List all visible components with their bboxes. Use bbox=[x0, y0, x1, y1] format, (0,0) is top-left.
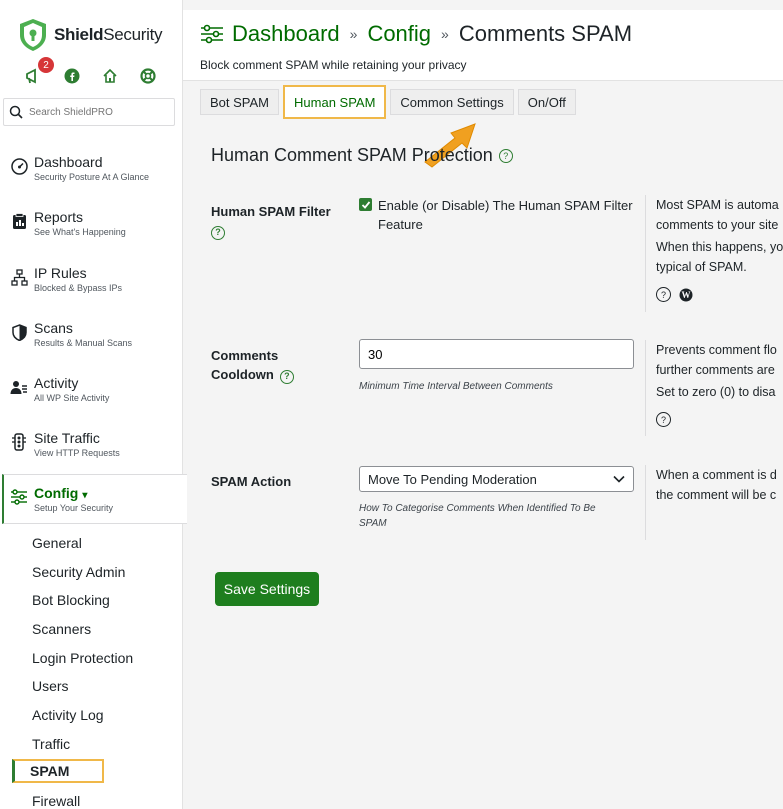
help-circle-icon[interactable]: ? bbox=[656, 412, 671, 427]
chevron-down-icon bbox=[613, 475, 625, 483]
nav-config[interactable]: Config ▾ Setup Your Security bbox=[2, 474, 187, 524]
nav-title: Dashboard bbox=[34, 154, 103, 170]
chevron-down-icon: ▾ bbox=[82, 490, 88, 501]
notification-badge: 2 bbox=[38, 57, 54, 73]
submenu-users[interactable]: Users bbox=[32, 678, 69, 694]
submenu-bot-blocking[interactable]: Bot Blocking bbox=[32, 592, 110, 608]
submenu-spam[interactable]: SPAM bbox=[12, 759, 104, 783]
tab-bar: Bot SPAM Human SPAM Common Settings On/O… bbox=[200, 85, 576, 119]
breadcrumb-config[interactable]: Config bbox=[367, 21, 431, 47]
nav-subtitle: Blocked & Bypass IPs bbox=[34, 283, 123, 293]
save-settings-button[interactable]: Save Settings bbox=[215, 572, 319, 606]
tab-bot-spam[interactable]: Bot SPAM bbox=[200, 89, 280, 115]
sliders-icon bbox=[10, 488, 28, 506]
search-icon bbox=[9, 105, 23, 119]
breadcrumb-separator: » bbox=[349, 26, 358, 42]
description-spam-action: When a comment is d the comment will be … bbox=[645, 465, 783, 540]
nav-title: IP Rules bbox=[34, 265, 87, 281]
facebook-icon[interactable] bbox=[62, 66, 82, 86]
tab-human-spam[interactable]: Human SPAM bbox=[283, 85, 387, 119]
report-icon bbox=[10, 212, 28, 230]
spam-action-control: Move To Pending Moderation How To Catego… bbox=[359, 466, 634, 531]
checkmark-icon bbox=[361, 200, 370, 209]
select-value: Move To Pending Moderation bbox=[368, 471, 537, 487]
field-label-spam-action: SPAM Action bbox=[211, 474, 292, 489]
checkbox-label: Enable (or Disable) The Human SPAM Filte… bbox=[378, 198, 633, 232]
nav-title: Reports bbox=[34, 209, 84, 225]
breadcrumb: Dashboard » Config » Comments SPAM bbox=[200, 21, 632, 47]
nav-subtitle: Results & Manual Scans bbox=[34, 338, 133, 348]
field-hint: Minimum Time Interval Between Comments bbox=[359, 381, 553, 392]
sliders-icon bbox=[201, 24, 223, 44]
traffic-light-icon bbox=[10, 433, 28, 451]
nav-title: Scans bbox=[34, 320, 73, 336]
search-input[interactable] bbox=[27, 105, 171, 119]
help-circle-icon[interactable]: ? bbox=[656, 287, 671, 302]
brand-logo[interactable]: ShieldSecurity bbox=[18, 18, 163, 52]
section-title: Human Comment SPAM Protection ? bbox=[211, 145, 513, 166]
svg-text:W: W bbox=[682, 290, 691, 300]
gauge-icon bbox=[10, 157, 28, 175]
nav-reports[interactable]: Reports See What's Happening bbox=[10, 209, 178, 237]
comments-cooldown-control: Minimum Time Interval Between Comments bbox=[359, 339, 634, 394]
field-hint: How To Categorise Comments When Identifi… bbox=[359, 503, 596, 529]
sidebar: ShieldSecurity 2 Dashboard Security Postu… bbox=[0, 0, 187, 809]
help-icon[interactable]: ? bbox=[498, 148, 513, 163]
submenu-scanners[interactable]: Scanners bbox=[32, 621, 91, 637]
submenu-traffic[interactable]: Traffic bbox=[32, 736, 70, 752]
search-box[interactable] bbox=[3, 98, 175, 126]
nav-subtitle: Setup Your Security bbox=[34, 503, 114, 513]
nav-subtitle: See What's Happening bbox=[34, 227, 126, 237]
human-spam-filter-checkbox[interactable] bbox=[359, 198, 372, 211]
field-label-human-spam-filter: Human SPAM Filter ? bbox=[211, 202, 331, 240]
nav-subtitle: View HTTP Requests bbox=[34, 448, 120, 458]
shield-logo-icon bbox=[20, 19, 46, 51]
nav-title: Site Traffic bbox=[34, 430, 100, 446]
human-spam-filter-control: Enable (or Disable) The Human SPAM Filte… bbox=[359, 196, 638, 234]
page-header: Dashboard » Config » Comments SPAM Block… bbox=[183, 10, 783, 81]
megaphone-icon[interactable]: 2 bbox=[24, 57, 54, 86]
nav-site-traffic[interactable]: Site Traffic View HTTP Requests bbox=[10, 430, 178, 458]
support-lifebuoy-icon[interactable] bbox=[138, 66, 158, 86]
users-icon bbox=[10, 378, 28, 396]
field-label-comments-cooldown: Comments Cooldown? bbox=[211, 346, 294, 384]
network-icon bbox=[10, 268, 28, 286]
submenu-login-protection[interactable]: Login Protection bbox=[32, 650, 133, 666]
nav-ip-rules[interactable]: IP Rules Blocked & Bypass IPs bbox=[10, 265, 178, 293]
nav-subtitle: All WP Site Activity bbox=[34, 393, 110, 403]
tab-on-off[interactable]: On/Off bbox=[517, 89, 576, 115]
spam-action-select[interactable]: Move To Pending Moderation bbox=[359, 466, 634, 492]
nav-dashboard[interactable]: Dashboard Security Posture At A Glance bbox=[10, 154, 178, 182]
home-icon[interactable] bbox=[100, 66, 120, 86]
submenu-general[interactable]: General bbox=[32, 535, 82, 551]
breadcrumb-separator: » bbox=[441, 26, 449, 42]
nav-title: Activity bbox=[34, 375, 79, 391]
wordpress-icon[interactable]: W bbox=[679, 288, 693, 302]
breadcrumb-dashboard[interactable]: Dashboard bbox=[232, 21, 340, 47]
comments-cooldown-input[interactable] bbox=[359, 339, 634, 369]
description-human-spam-filter: Most SPAM is automa comments to your sit… bbox=[645, 195, 783, 312]
nav-scans[interactable]: Scans Results & Manual Scans bbox=[10, 320, 178, 348]
shield-icon bbox=[10, 323, 28, 341]
submenu-security-admin[interactable]: Security Admin bbox=[32, 564, 125, 580]
page-title: Comments SPAM bbox=[458, 21, 633, 46]
description-comments-cooldown: Prevents comment flo further comments ar… bbox=[645, 340, 783, 436]
nav-subtitle: Security Posture At A Glance bbox=[34, 172, 150, 182]
help-icon[interactable]: ? bbox=[279, 369, 294, 384]
quick-links: 2 bbox=[24, 57, 158, 86]
tab-common-settings[interactable]: Common Settings bbox=[390, 89, 514, 115]
nav-title: Config ▾ bbox=[34, 485, 88, 501]
nav-activity[interactable]: Activity All WP Site Activity bbox=[10, 375, 178, 403]
submenu-activity-log[interactable]: Activity Log bbox=[32, 707, 104, 723]
page-subtitle: Block comment SPAM while retaining your … bbox=[200, 58, 467, 72]
main-content: Dashboard » Config » Comments SPAM Block… bbox=[183, 0, 783, 809]
help-icon[interactable]: ? bbox=[211, 225, 225, 240]
brand-name: ShieldSecurity bbox=[54, 25, 163, 44]
submenu-firewall[interactable]: Firewall bbox=[32, 793, 80, 809]
